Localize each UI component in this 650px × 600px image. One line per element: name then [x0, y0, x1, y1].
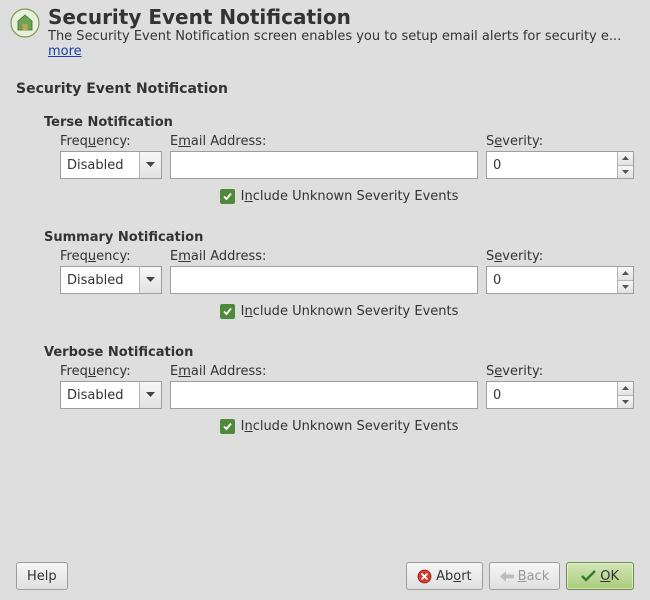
- cancel-icon: [417, 569, 432, 584]
- label-email: Email Address:: [170, 134, 486, 149]
- summary-email-input[interactable]: [170, 266, 478, 294]
- label-frequency: Frequency:: [60, 364, 170, 379]
- label-severity: Severity:: [486, 249, 634, 264]
- terse-email-input[interactable]: [170, 151, 478, 179]
- ok-button[interactable]: OK: [566, 562, 634, 590]
- abort-button[interactable]: Abort: [406, 562, 483, 590]
- spinner-up-icon[interactable]: [618, 382, 633, 396]
- terse-include-checkbox[interactable]: [220, 189, 235, 204]
- terse-include-label: Include Unknown Severity Events: [241, 189, 459, 204]
- group-verbose-title: Verbose Notification: [44, 345, 634, 360]
- spinner-up-icon[interactable]: [618, 152, 633, 166]
- label-severity: Severity:: [486, 134, 634, 149]
- label-email: Email Address:: [170, 364, 486, 379]
- group-summary: Summary Notification Frequency: Email Ad…: [44, 230, 634, 319]
- group-summary-title: Summary Notification: [44, 230, 634, 245]
- spinner-up-icon[interactable]: [618, 267, 633, 281]
- summary-severity-spinner[interactable]: 0: [486, 266, 634, 294]
- group-verbose: Verbose Notification Frequency: Email Ad…: [44, 345, 634, 434]
- summary-include-checkbox[interactable]: [220, 304, 235, 319]
- spinner-down-icon[interactable]: [618, 396, 633, 409]
- label-severity: Severity:: [486, 364, 634, 379]
- verbose-include-checkbox[interactable]: [220, 419, 235, 434]
- label-email: Email Address:: [170, 249, 486, 264]
- verbose-email-input[interactable]: [170, 381, 478, 409]
- terse-severity-spinner[interactable]: 0: [486, 151, 634, 179]
- page-title: Security Event Notification: [48, 6, 640, 28]
- arrow-left-icon: [500, 571, 514, 582]
- check-icon: [581, 570, 596, 582]
- page-description: The Security Event Notification screen e…: [48, 29, 640, 59]
- back-button: Back: [489, 562, 561, 590]
- label-frequency: Frequency:: [60, 134, 170, 149]
- chevron-down-icon: [139, 267, 161, 293]
- chevron-down-icon: [139, 382, 161, 408]
- terse-frequency-dropdown[interactable]: Disabled: [60, 151, 162, 179]
- help-button[interactable]: Help: [16, 562, 68, 590]
- spinner-down-icon[interactable]: [618, 281, 633, 294]
- group-terse-title: Terse Notification: [44, 115, 634, 130]
- summary-include-label: Include Unknown Severity Events: [241, 304, 459, 319]
- app-icon: [10, 8, 40, 38]
- spinner-down-icon[interactable]: [618, 166, 633, 179]
- group-terse: Terse Notification Frequency: Email Addr…: [44, 115, 634, 204]
- verbose-include-label: Include Unknown Severity Events: [241, 419, 459, 434]
- label-frequency: Frequency:: [60, 249, 170, 264]
- verbose-severity-spinner[interactable]: 0: [486, 381, 634, 409]
- chevron-down-icon: [139, 152, 161, 178]
- more-link[interactable]: more: [48, 44, 82, 59]
- summary-frequency-dropdown[interactable]: Disabled: [60, 266, 162, 294]
- section-title: Security Event Notification: [16, 81, 634, 97]
- verbose-frequency-dropdown[interactable]: Disabled: [60, 381, 162, 409]
